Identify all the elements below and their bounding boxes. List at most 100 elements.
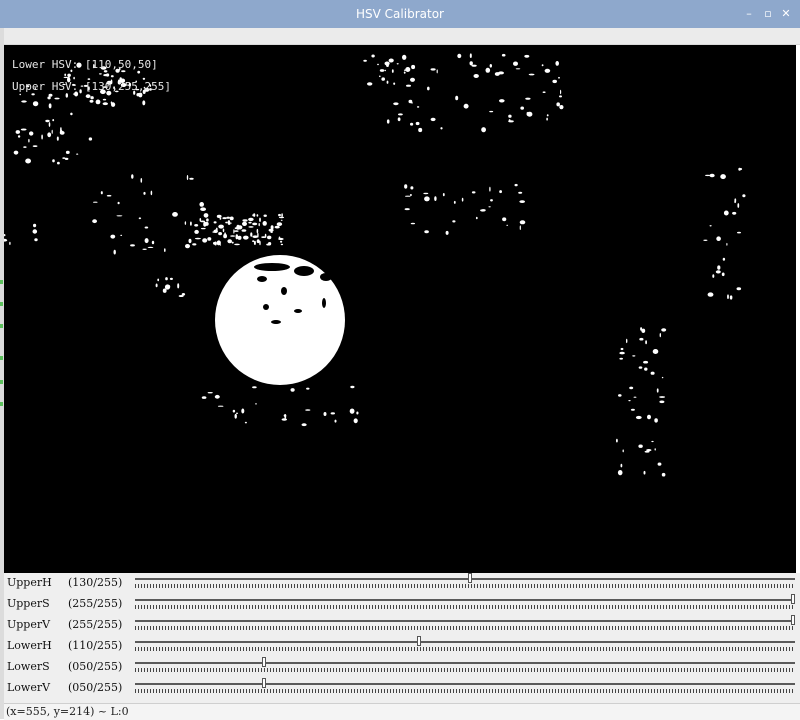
mask-speckle (452, 220, 456, 223)
mask-speckle (707, 292, 714, 297)
trackbar-uppers: UpperS (255/255) (4, 594, 800, 615)
left-marker (0, 356, 3, 360)
mask-speckle (481, 209, 486, 212)
mask-speckle (410, 186, 414, 190)
mask-speckle (393, 82, 396, 85)
mask-speckle (519, 200, 525, 204)
trackbar-track[interactable] (135, 578, 795, 580)
mask-speckle (25, 158, 31, 164)
mask-speckle (192, 243, 197, 246)
mask-speckle (471, 191, 476, 194)
mask-speckle (349, 408, 355, 414)
mask-speckle (28, 138, 30, 143)
trackbar-thumb[interactable] (262, 678, 267, 688)
mask-speckle (102, 102, 109, 106)
mask-speckle (410, 222, 416, 225)
mask-speckle (110, 75, 114, 78)
mask-speckle (253, 240, 256, 245)
mask-speckle (398, 113, 403, 116)
trackbar-thumb[interactable] (791, 615, 795, 625)
mask-speckle (92, 219, 97, 224)
trackbar-thumb[interactable] (416, 636, 421, 646)
trackbar-value: (050/255) (68, 660, 123, 673)
mask-speckle (23, 146, 27, 148)
mask-speckle (638, 366, 643, 369)
mask-speckle (330, 412, 335, 415)
mask-speckle (65, 93, 68, 98)
mask-speckle (143, 191, 146, 195)
mask-speckle (490, 199, 493, 202)
mask-speckle (388, 58, 394, 63)
mask-speckle (230, 235, 236, 237)
trackbar-track[interactable] (135, 599, 795, 601)
mask-speckle (641, 328, 646, 333)
mask-speckle (52, 119, 55, 122)
left-marker (0, 324, 3, 328)
mask-speckle (57, 161, 60, 165)
mask-speckle (402, 54, 407, 60)
trackbar-label: LowerH (7, 639, 52, 652)
mask-speckle (268, 242, 272, 246)
mask-speckle (177, 283, 180, 289)
mask-speckle (13, 150, 19, 155)
mask-speckle (301, 423, 307, 427)
left-marker (0, 280, 3, 284)
trackbar-track[interactable] (135, 662, 795, 664)
mask-speckle (244, 421, 247, 424)
mask-speckle (258, 223, 260, 227)
trackbar-thumb[interactable] (468, 573, 473, 583)
mask-speckle (455, 95, 459, 101)
mask-speckle (165, 277, 168, 281)
trackbar-track[interactable] (135, 683, 795, 685)
mask-speckle (248, 221, 252, 224)
mask-speckle (252, 386, 257, 389)
close-icon[interactable]: ✕ (781, 8, 791, 19)
mask-speckle (423, 192, 429, 195)
mask-speckle (620, 463, 623, 468)
title-bar[interactable]: HSV Calibrator – ▫ ✕ (0, 0, 800, 28)
minimize-icon[interactable]: – (744, 8, 754, 19)
trackbar-thumb[interactable] (791, 594, 795, 604)
mask-speckle (157, 278, 160, 282)
mask-speckle (406, 84, 411, 87)
mask-speckle (334, 419, 337, 423)
mask-speckle (720, 174, 726, 180)
trackbar-label: LowerS (7, 660, 50, 673)
mask-speckle (226, 216, 230, 219)
trackbar-thumb[interactable] (262, 657, 267, 667)
mask-speckle (556, 102, 560, 107)
mask-speckle (712, 274, 715, 278)
mask-speckle (514, 183, 518, 187)
mask-speckle (256, 239, 260, 244)
mask-speckle (424, 230, 429, 234)
mask-speckle (64, 73, 67, 77)
trackbar-track[interactable] (135, 641, 795, 643)
mask-speckle (305, 409, 311, 411)
mask-speckle (353, 418, 358, 424)
mask-speckle (95, 99, 101, 105)
mask-speckle (47, 96, 51, 100)
mask-image[interactable]: Lower HSV: [110,50,50] Upper HSV: [130,2… (4, 45, 796, 573)
mask-speckle (117, 201, 120, 205)
mask-speckle (635, 415, 642, 420)
mask-speckle (223, 233, 228, 239)
maximize-icon[interactable]: ▫ (763, 8, 773, 19)
mask-speckle (90, 96, 94, 100)
left-marker (0, 402, 3, 406)
mask-speckle (89, 99, 94, 103)
trackbar-track[interactable] (135, 620, 795, 622)
mask-speckle (233, 229, 235, 234)
mask-speckle (742, 194, 746, 198)
trackbar-value: (110/255) (68, 639, 123, 652)
mask-speckle (661, 472, 666, 477)
mask-speckle (280, 219, 283, 221)
mask-speckle (499, 99, 505, 103)
mask-speckle (234, 230, 239, 232)
mask-speckle (137, 70, 141, 74)
mask-speckle (236, 224, 240, 230)
mask-speckle (654, 418, 658, 423)
left-marker (0, 380, 3, 384)
mask-speckle (461, 197, 464, 202)
mask-speckle (722, 257, 726, 261)
mask-speckle (736, 287, 742, 291)
